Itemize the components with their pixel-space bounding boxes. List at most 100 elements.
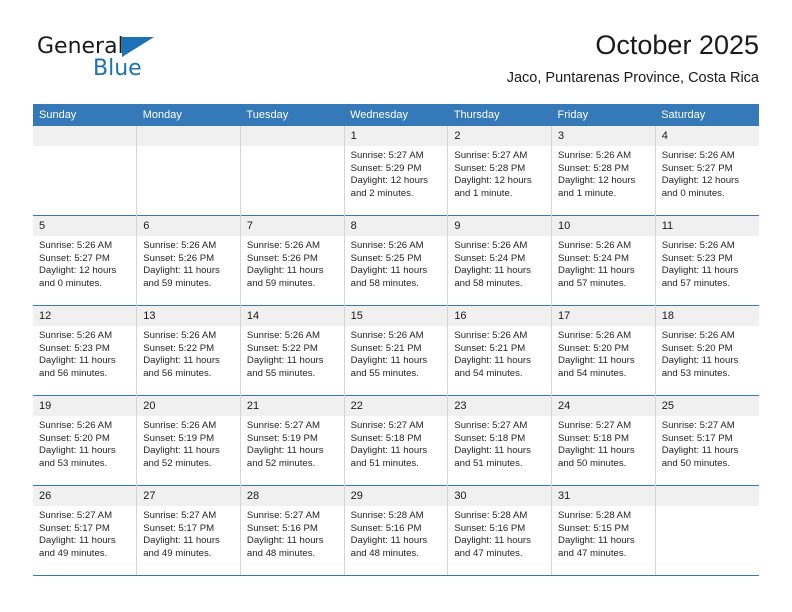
day-number: 23 — [448, 396, 552, 416]
calendar-day-cell[interactable]: 25 Sunrise: 5:27 AM Sunset: 5:17 PM Dayligh… — [655, 395, 759, 486]
sunset-text: Sunset: 5:23 PM — [661, 252, 733, 264]
calendar-day-cell[interactable]: 21 Sunrise: 5:27 AM Sunset: 5:19 PM Dayligh… — [240, 395, 345, 486]
calendar-day-cell[interactable]: 10 Sunrise: 5:26 AM Sunset: 5:24 PM Dayligh… — [551, 215, 656, 306]
sunrise-text: Sunrise: 5:28 AM — [454, 510, 528, 521]
day-number: 17 — [552, 306, 655, 326]
daylight-text: Daylight: 11 hours and 52 minutes. — [246, 445, 324, 469]
calendar-day-cell[interactable]: 7 Sunrise: 5:26 AM Sunset: 5:26 PM Daylight… — [240, 215, 345, 306]
calendar-day-cell[interactable]: 11 Sunrise: 5:26 AM Sunset: 5:23 PM Dayligh… — [655, 215, 759, 306]
page-header: General Blue October 2025 Jaco, Puntaren… — [33, 28, 759, 100]
calendar-day-cell[interactable]: 27 Sunrise: 5:27 AM Sunset: 5:17 PM Dayligh… — [136, 485, 241, 576]
sunrise-text: Sunrise: 5:26 AM — [246, 240, 320, 251]
day-number: 20 — [137, 396, 240, 416]
day-number: 9 — [448, 216, 552, 236]
calendar-day-cell-empty — [655, 485, 759, 576]
sunset-text: Sunset: 5:20 PM — [661, 342, 733, 354]
daylight-text: Daylight: 11 hours and 51 minutes. — [350, 445, 428, 469]
daylight-text: Daylight: 12 hours and 1 minute. — [558, 175, 636, 199]
daylight-text: Daylight: 11 hours and 59 minutes. — [246, 265, 324, 289]
day-number: 12 — [33, 306, 137, 326]
calendar-day-cell[interactable]: 31 Sunrise: 5:28 AM Sunset: 5:15 PM Dayligh… — [551, 485, 656, 576]
daylight-text: Daylight: 11 hours and 56 minutes. — [39, 355, 116, 379]
daylight-text: Daylight: 11 hours and 49 minutes. — [143, 535, 220, 559]
calendar-day-cell[interactable]: 14 Sunrise: 5:26 AM Sunset: 5:22 PM Dayligh… — [240, 305, 345, 396]
day-number: 22 — [344, 396, 448, 416]
calendar-day-cell[interactable]: 6 Sunrise: 5:26 AM Sunset: 5:26 PM Daylight… — [136, 215, 241, 306]
calendar-day-cell[interactable]: 22 Sunrise: 5:27 AM Sunset: 5:18 PM Dayligh… — [344, 395, 449, 486]
calendar-day-cell[interactable]: 15 Sunrise: 5:26 AM Sunset: 5:21 PM Dayligh… — [344, 305, 449, 396]
day-sun-info: Sunrise: 5:26 AM Sunset: 5:20 PM Daylight:… — [33, 416, 136, 470]
day-sun-info: Sunrise: 5:27 AM Sunset: 5:17 PM Daylight:… — [137, 506, 240, 560]
weekday-row: Sunday Monday Tuesday Wednesday Thursday Frid… — [33, 104, 759, 126]
sunset-text: Sunset: 5:18 PM — [454, 432, 526, 444]
day-sun-info — [33, 146, 136, 150]
day-sun-info — [241, 146, 344, 150]
calendar-day-cell[interactable]: 16 Sunrise: 5:26 AM Sunset: 5:21 PM Dayligh… — [447, 305, 553, 396]
sunrise-text: Sunrise: 5:27 AM — [39, 510, 113, 521]
day-sun-info: Sunrise: 5:26 AM Sunset: 5:24 PM Daylight:… — [552, 236, 655, 290]
daylight-text: Daylight: 12 hours and 1 minute. — [454, 175, 532, 199]
brand-name-blue: Blue — [93, 56, 142, 81]
weekday-header-monday: Monday — [136, 104, 241, 126]
sunset-text: Sunset: 5:18 PM — [350, 432, 422, 444]
calendar-day-cell[interactable]: 19 Sunrise: 5:26 AM Sunset: 5:20 PM Dayligh… — [33, 395, 138, 486]
calendar-day-cell[interactable]: 13 Sunrise: 5:26 AM Sunset: 5:22 PM Dayligh… — [136, 305, 241, 396]
page-title: October 2025 — [595, 30, 759, 60]
sunrise-text: Sunrise: 5:26 AM — [39, 330, 113, 341]
day-number: 16 — [448, 306, 552, 326]
calendar-day-cell[interactable]: 18 Sunrise: 5:26 AM Sunset: 5:20 PM Dayligh… — [655, 305, 759, 396]
general-blue-logo[interactable]: General Blue — [33, 34, 233, 86]
calendar-day-cell[interactable]: 28 Sunrise: 5:27 AM Sunset: 5:16 PM Dayligh… — [240, 485, 345, 576]
calendar-day-cell[interactable]: 2 Sunrise: 5:27 AM Sunset: 5:28 PM Daylight… — [447, 126, 553, 216]
sunrise-text: Sunrise: 5:26 AM — [661, 330, 735, 341]
sunset-text: Sunset: 5:23 PM — [39, 342, 110, 354]
calendar-day-cell[interactable]: 23 Sunrise: 5:27 AM Sunset: 5:18 PM Dayligh… — [447, 395, 553, 486]
day-sun-info: Sunrise: 5:26 AM Sunset: 5:21 PM Daylight:… — [345, 326, 448, 380]
day-number: 30 — [448, 486, 552, 506]
daylight-text: Daylight: 11 hours and 51 minutes. — [454, 445, 531, 469]
sunrise-text: Sunrise: 5:27 AM — [454, 420, 528, 431]
day-number: 11 — [655, 216, 759, 236]
day-sun-info: Sunrise: 5:26 AM Sunset: 5:27 PM Daylight:… — [33, 236, 136, 290]
day-sun-info: Sunrise: 5:27 AM Sunset: 5:18 PM Daylight:… — [552, 416, 655, 470]
calendar-day-cell[interactable]: 24 Sunrise: 5:27 AM Sunset: 5:18 PM Dayligh… — [551, 395, 656, 486]
calendar-day-cell[interactable]: 20 Sunrise: 5:26 AM Sunset: 5:19 PM Dayligh… — [136, 395, 241, 486]
sunset-text: Sunset: 5:18 PM — [558, 432, 629, 444]
sunset-text: Sunset: 5:16 PM — [454, 522, 526, 534]
sunrise-text: Sunrise: 5:26 AM — [454, 240, 528, 251]
day-sun-info: Sunrise: 5:28 AM Sunset: 5:16 PM Daylight:… — [448, 506, 551, 560]
daylight-text: Daylight: 11 hours and 57 minutes. — [661, 265, 739, 289]
calendar-day-cell[interactable]: 26 Sunrise: 5:27 AM Sunset: 5:17 PM Dayligh… — [33, 485, 138, 576]
sunset-text: Sunset: 5:22 PM — [143, 342, 215, 354]
calendar-day-cell[interactable]: 4 Sunrise: 5:26 AM Sunset: 5:27 PM Daylight… — [655, 126, 759, 216]
sunset-text: Sunset: 5:26 PM — [246, 252, 318, 264]
day-sun-info: Sunrise: 5:26 AM Sunset: 5:21 PM Daylight:… — [448, 326, 551, 380]
sunset-text: Sunset: 5:17 PM — [661, 432, 733, 444]
day-sun-info — [656, 506, 759, 510]
day-number: 1 — [344, 126, 448, 146]
sunset-text: Sunset: 5:16 PM — [246, 522, 318, 534]
sunset-text: Sunset: 5:24 PM — [558, 252, 629, 264]
calendar-day-cell[interactable]: 29 Sunrise: 5:28 AM Sunset: 5:16 PM Dayligh… — [344, 485, 449, 576]
calendar-day-cell[interactable]: 12 Sunrise: 5:26 AM Sunset: 5:23 PM Dayligh… — [33, 305, 138, 396]
calendar-day-cell[interactable]: 8 Sunrise: 5:26 AM Sunset: 5:25 PM Daylight… — [344, 215, 449, 306]
calendar-day-cell[interactable]: 17 Sunrise: 5:26 AM Sunset: 5:20 PM Dayligh… — [551, 305, 656, 396]
sunset-text: Sunset: 5:16 PM — [350, 522, 422, 534]
calendar-day-cell[interactable]: 5 Sunrise: 5:26 AM Sunset: 5:27 PM Daylight… — [33, 215, 138, 306]
day-number: 6 — [137, 216, 240, 236]
daylight-text: Daylight: 11 hours and 59 minutes. — [143, 265, 220, 289]
day-number: 26 — [33, 486, 137, 506]
calendar-table: Sunday Monday Tuesday Wednesday Thursday Frid… — [33, 104, 759, 576]
day-number: 27 — [137, 486, 240, 506]
calendar-day-cell[interactable]: 9 Sunrise: 5:26 AM Sunset: 5:24 PM Daylight… — [447, 215, 553, 306]
daylight-text: Daylight: 11 hours and 54 minutes. — [454, 355, 531, 379]
calendar-day-cell[interactable]: 30 Sunrise: 5:28 AM Sunset: 5:16 PM Dayligh… — [447, 485, 553, 576]
calendar-day-cell[interactable]: 3 Sunrise: 5:26 AM Sunset: 5:28 PM Daylight… — [551, 126, 656, 216]
sunrise-text: Sunrise: 5:26 AM — [39, 420, 113, 431]
day-number: 24 — [552, 396, 655, 416]
sunset-text: Sunset: 5:27 PM — [39, 252, 110, 264]
day-sun-info: Sunrise: 5:27 AM Sunset: 5:18 PM Daylight:… — [448, 416, 551, 470]
calendar-day-cell[interactable]: 1 Sunrise: 5:27 AM Sunset: 5:29 PM Daylight… — [344, 126, 449, 216]
sunrise-text: Sunrise: 5:26 AM — [558, 150, 632, 161]
day-sun-info: Sunrise: 5:27 AM Sunset: 5:18 PM Daylight:… — [345, 416, 448, 470]
